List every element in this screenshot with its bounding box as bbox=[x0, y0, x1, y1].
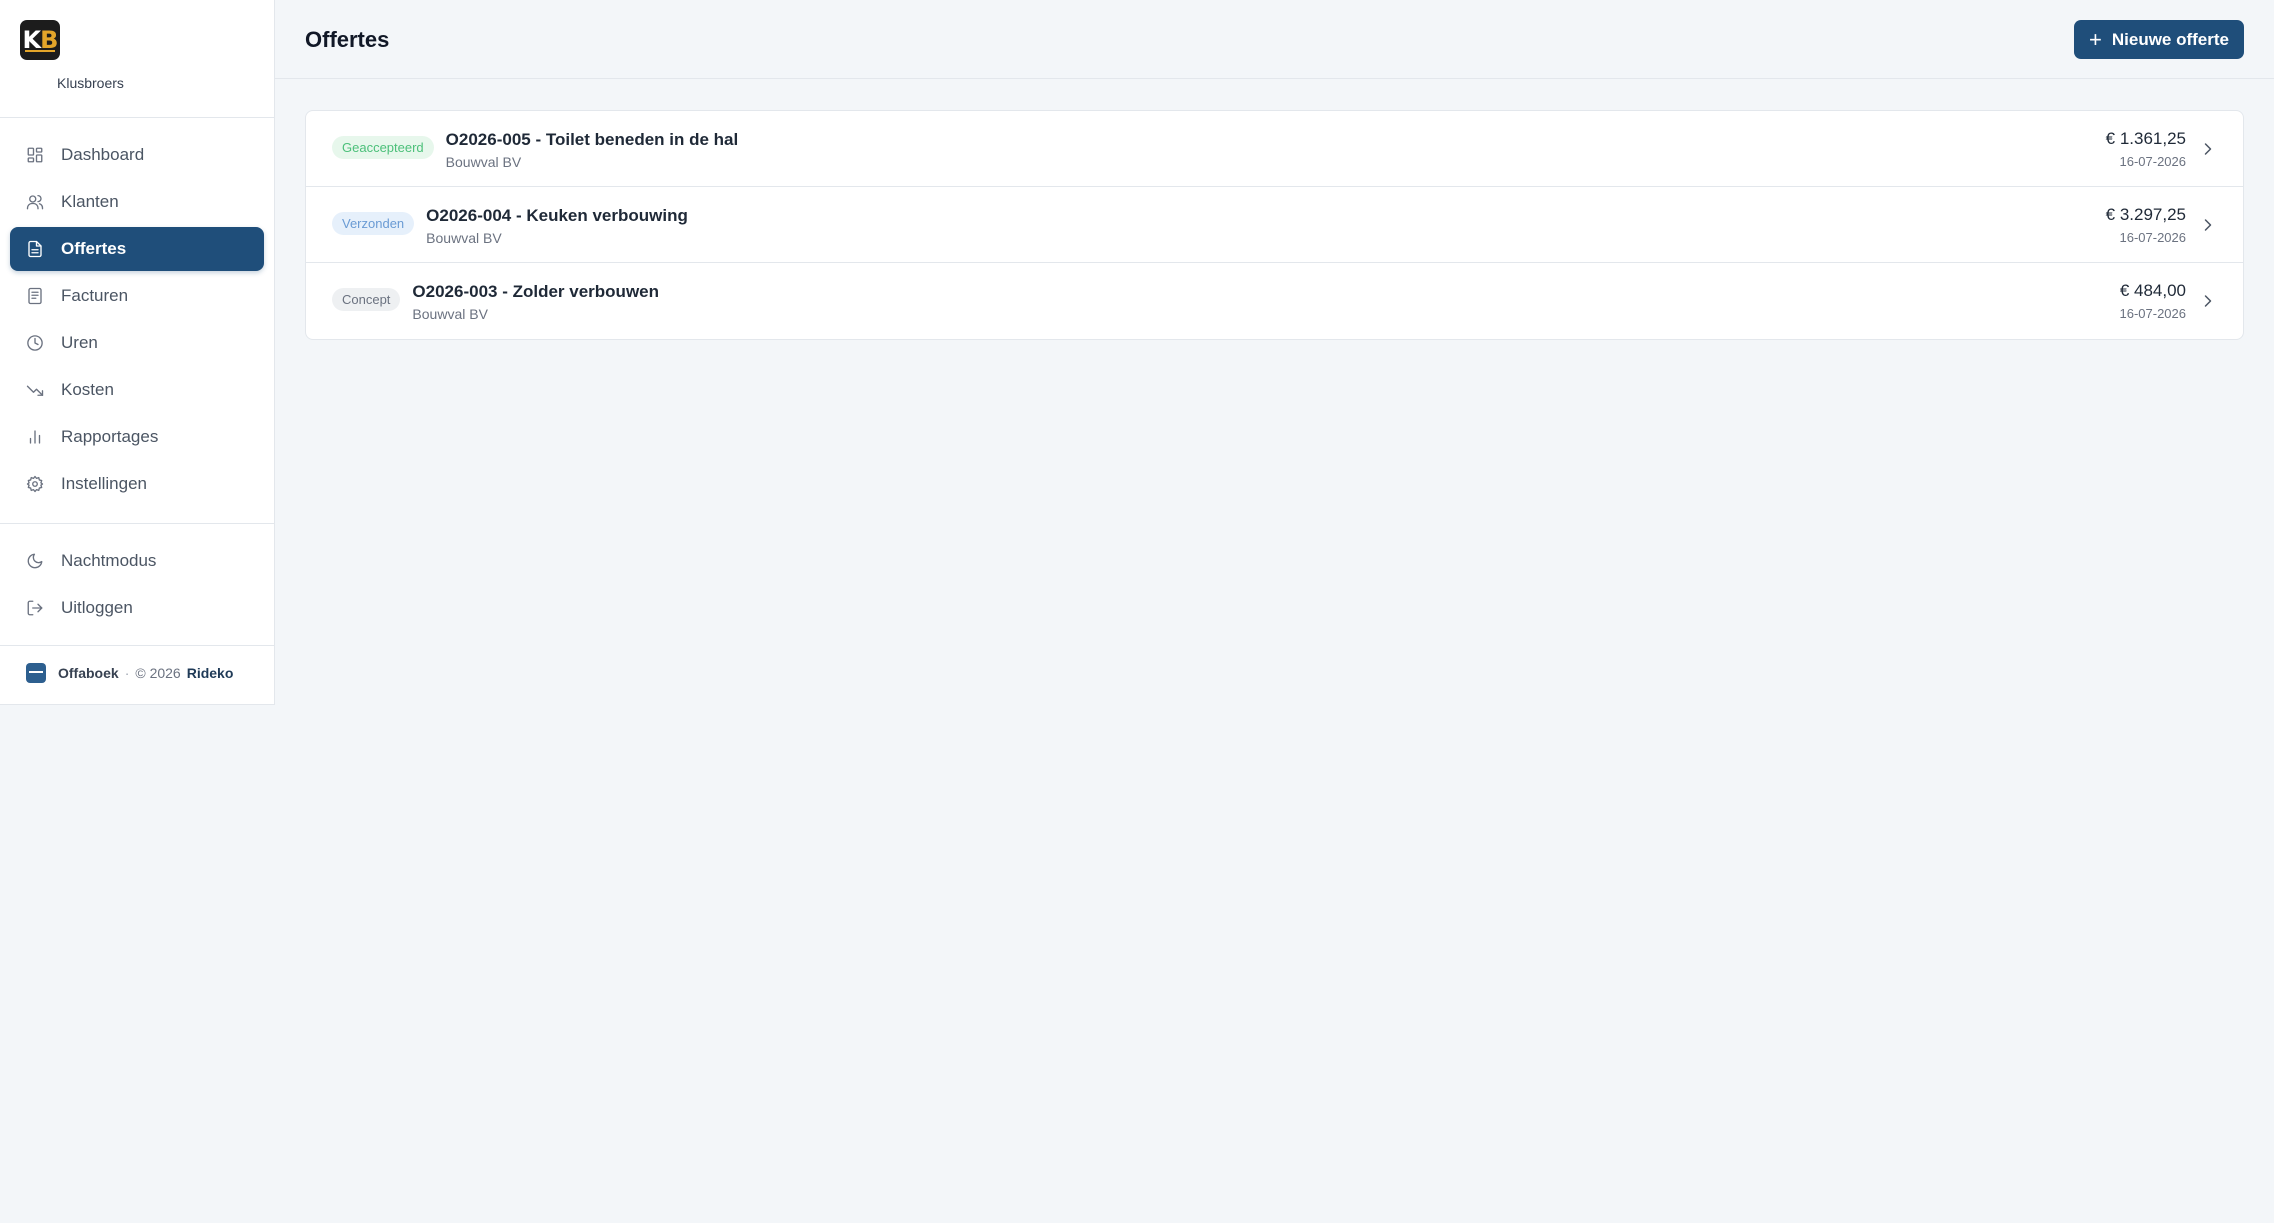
sidebar-item-facturen[interactable]: Facturen bbox=[10, 274, 264, 318]
sidebar-item-instellingen[interactable]: Instellingen bbox=[10, 462, 264, 506]
sidebar-item-offertes[interactable]: Offertes bbox=[10, 227, 264, 271]
sidebar-item-label: Kosten bbox=[61, 380, 114, 399]
trending-down-icon bbox=[25, 380, 45, 400]
quote-amount: € 3.297,25 bbox=[2105, 205, 2186, 224]
quote-amount: € 1.361,25 bbox=[2105, 129, 2186, 148]
list-item-main: Concept O2026-003 - Zolder verbouwen Bou… bbox=[332, 281, 659, 322]
quote-client: Bouwval BV bbox=[412, 306, 488, 322]
list-item-meta: € 3.297,25 16-07-2026 bbox=[2106, 204, 2186, 245]
list-item[interactable]: Geaccepteerd O2026-005 - Toilet beneden … bbox=[306, 111, 2243, 187]
status-badge: Concept bbox=[332, 288, 401, 311]
sidebar-item-label: Uren bbox=[61, 333, 98, 352]
list-item-titles: O2026-005 - Toilet beneden in de hal Bou… bbox=[446, 129, 739, 170]
list-item-main: Geaccepteerd O2026-005 - Toilet beneden … bbox=[332, 129, 738, 170]
quote-title: O2026-003 - Zolder verbouwen bbox=[412, 282, 660, 301]
dashboard-icon bbox=[25, 145, 45, 165]
sidebar-item-dashboard[interactable]: Dashboard bbox=[10, 133, 264, 177]
logo-letter-k: K bbox=[22, 26, 42, 54]
sidebar-divider bbox=[0, 523, 274, 524]
page-header: Offertes + Nieuwe offerte bbox=[275, 0, 2274, 79]
quote-date: 16-07-2026 bbox=[2119, 306, 2187, 321]
sidebar-item-label: Offertes bbox=[61, 239, 127, 258]
list-item-main: Verzonden O2026-004 - Keuken verbouwing … bbox=[332, 205, 688, 246]
app-logo-icon bbox=[26, 663, 46, 683]
sidebar-item-uren[interactable]: Uren bbox=[10, 321, 264, 365]
invoice-icon bbox=[25, 286, 45, 306]
chevron-right-icon[interactable] bbox=[2198, 215, 2218, 235]
new-quote-label: Nieuwe offerte bbox=[2111, 29, 2229, 49]
sidebar-item-nachtmodus[interactable]: Nachtmodus bbox=[10, 539, 264, 583]
app-name[interactable]: Offaboek bbox=[58, 665, 119, 681]
list-item-meta: € 1.361,25 16-07-2026 bbox=[2106, 128, 2186, 169]
status-badge: Geaccepteerd bbox=[332, 136, 434, 159]
sidebar-item-label: Instellingen bbox=[61, 474, 148, 493]
quote-title: O2026-004 - Keuken verbouwing bbox=[426, 206, 688, 225]
quote-date: 16-07-2026 bbox=[2119, 154, 2187, 169]
sidebar-item-klanten[interactable]: Klanten bbox=[10, 180, 264, 224]
company-name: Klusbroers bbox=[57, 75, 124, 91]
sidebar-item-label: Facturen bbox=[61, 286, 129, 305]
moon-icon bbox=[25, 551, 45, 571]
list-item[interactable]: Verzonden O2026-004 - Keuken verbouwing … bbox=[306, 187, 2243, 263]
list-item-titles: O2026-004 - Keuken verbouwing Bouwval BV bbox=[426, 205, 688, 246]
footer-separator: · bbox=[124, 665, 130, 681]
quotes-list: Geaccepteerd O2026-005 - Toilet beneden … bbox=[305, 110, 2244, 340]
sidebar-item-label: Nachtmodus bbox=[61, 551, 157, 570]
quote-amount: € 484,00 bbox=[2119, 281, 2186, 300]
chevron-right-icon[interactable] bbox=[2198, 291, 2218, 311]
vendor-link[interactable]: Rideko bbox=[187, 665, 234, 681]
quote-title: O2026-005 - Toilet beneden in de hal bbox=[445, 130, 739, 149]
bar-chart-icon bbox=[25, 427, 45, 447]
secondary-nav: Nachtmodus Uitloggen bbox=[10, 539, 264, 633]
main-nav: Dashboard Klanten Offertes Facturen Uren bbox=[10, 133, 264, 509]
sidebar: KB Klusbroers Dashboard Klanten Offertes bbox=[0, 0, 275, 705]
sidebar-item-rapportages[interactable]: Rapportages bbox=[10, 415, 264, 459]
users-icon bbox=[25, 192, 45, 212]
sidebar-item-label: Rapportages bbox=[61, 427, 159, 446]
quote-date: 16-07-2026 bbox=[2119, 230, 2187, 245]
sidebar-item-label: Dashboard bbox=[61, 145, 145, 164]
logo-letter-b: B bbox=[40, 26, 58, 54]
brand-header: KB Klusbroers bbox=[0, 0, 274, 118]
list-item[interactable]: Concept O2026-003 - Zolder verbouwen Bou… bbox=[306, 263, 2243, 339]
list-item-titles: O2026-003 - Zolder verbouwen Bouwval BV bbox=[412, 281, 659, 322]
status-badge: Verzonden bbox=[332, 212, 415, 235]
sidebar-item-label: Uitloggen bbox=[61, 598, 133, 617]
document-icon bbox=[25, 239, 45, 259]
sidebar-divider bbox=[0, 645, 274, 646]
new-quote-button[interactable]: + Nieuwe offerte bbox=[2074, 20, 2244, 59]
clock-icon bbox=[25, 333, 45, 353]
quote-client: Bouwval BV bbox=[426, 230, 502, 246]
quote-client: Bouwval BV bbox=[445, 154, 522, 170]
plus-icon: + bbox=[2089, 26, 2102, 52]
sidebar-item-kosten[interactable]: Kosten bbox=[10, 368, 264, 412]
company-logo[interactable]: KB bbox=[20, 20, 60, 60]
page-title: Offertes bbox=[305, 27, 390, 52]
sidebar-item-uitloggen[interactable]: Uitloggen bbox=[10, 586, 264, 630]
chevron-right-icon[interactable] bbox=[2198, 139, 2218, 159]
copyright: © 2026 bbox=[135, 665, 181, 681]
gear-icon bbox=[25, 474, 45, 494]
logout-icon bbox=[25, 598, 45, 618]
sidebar-footer: Offaboek · © 2026 Rideko bbox=[26, 662, 233, 684]
list-item-meta: € 484,00 16-07-2026 bbox=[2120, 280, 2187, 321]
sidebar-item-label: Klanten bbox=[61, 192, 119, 211]
